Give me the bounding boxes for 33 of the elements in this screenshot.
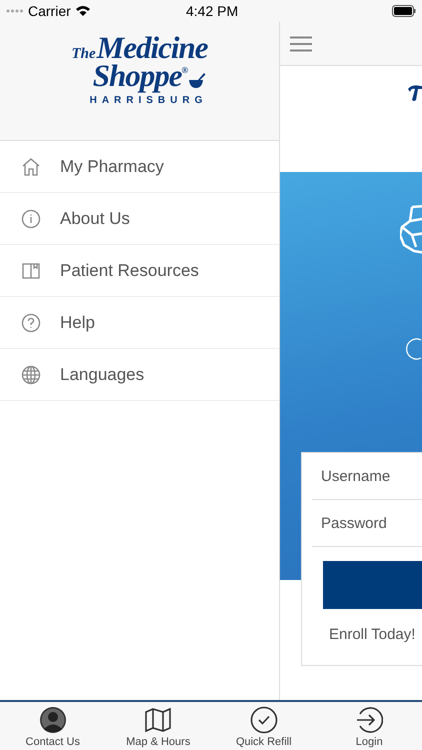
login-icon xyxy=(355,706,384,734)
menu-item[interactable]: Patient Resources xyxy=(0,245,279,297)
password-field[interactable]: Password xyxy=(312,500,422,547)
registered-mark: ® xyxy=(182,66,188,74)
person-icon xyxy=(38,706,67,734)
tab-bar-item[interactable]: Map & Hours xyxy=(106,702,211,750)
globe-icon xyxy=(21,364,41,384)
battery-icon xyxy=(392,5,416,17)
enroll-link[interactable]: Enroll Today! xyxy=(329,626,422,643)
mortar-pestle-icon xyxy=(188,72,206,90)
menu-item[interactable]: My Pharmacy xyxy=(0,141,279,193)
info-icon xyxy=(21,208,41,228)
map-icon xyxy=(144,706,172,734)
home-icon xyxy=(21,156,41,176)
menu-item[interactable]: Languages xyxy=(0,349,279,401)
username-field[interactable]: Username xyxy=(312,453,422,500)
menu-item[interactable]: About Us xyxy=(0,193,279,245)
status-time: 4:42 PM xyxy=(186,3,238,19)
carrier-name: Carrier xyxy=(28,3,71,19)
tab-bar-item[interactable]: Login xyxy=(316,702,422,750)
help-icon xyxy=(21,312,41,332)
menu-icon[interactable] xyxy=(290,36,312,52)
logo-text: The xyxy=(72,48,96,62)
book-icon xyxy=(21,260,41,280)
tab-bar-item[interactable]: Contact Us xyxy=(0,702,106,750)
tab-bar-item[interactable]: Quick Refill xyxy=(211,702,316,750)
logo-location: HARRISBURG xyxy=(90,94,208,106)
menu-item[interactable]: Help xyxy=(0,297,279,349)
logo-icon xyxy=(408,84,422,102)
signal-icon xyxy=(6,9,24,13)
logo-text: Medicine xyxy=(96,34,208,62)
wifi-icon xyxy=(74,5,91,17)
check-icon xyxy=(250,706,278,734)
